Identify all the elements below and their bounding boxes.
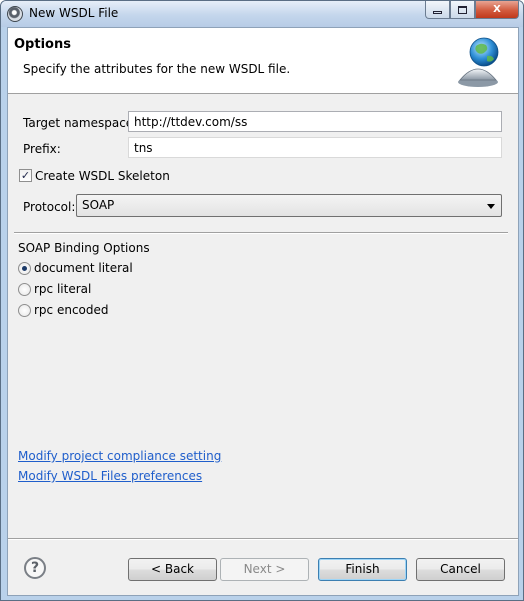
separator xyxy=(14,232,508,234)
close-button[interactable]: X xyxy=(475,1,519,19)
back-button[interactable]: < Back xyxy=(128,558,217,581)
target-namespace-input[interactable]: http://ttdev.com/ss xyxy=(128,111,502,132)
create-skeleton-checkbox[interactable]: ✓ xyxy=(19,169,32,182)
prefix-label: Prefix: xyxy=(23,142,61,156)
cancel-button[interactable]: Cancel xyxy=(416,558,505,581)
protocol-label: Protocol: xyxy=(23,200,76,214)
next-button[interactable]: Next > xyxy=(220,558,309,581)
dialog-client-area: Options Specify the attributes for the n… xyxy=(7,27,519,596)
target-namespace-label: Target namespace: xyxy=(23,116,138,130)
preferences-link[interactable]: Modify WSDL Files preferences xyxy=(18,469,202,483)
close-icon: X xyxy=(493,4,501,15)
radio-rpc-encoded-label[interactable]: rpc encoded xyxy=(34,303,109,317)
minimize-icon xyxy=(433,11,442,14)
radio-rpc-literal[interactable] xyxy=(18,283,31,296)
bottom-separator xyxy=(8,538,518,540)
radio-document-literal[interactable] xyxy=(18,262,31,275)
dialog-window: New WSDL File X Options Specify the attr… xyxy=(0,0,524,601)
protocol-select[interactable]: SOAP xyxy=(76,194,502,217)
help-icon[interactable]: ? xyxy=(24,557,46,579)
globe-bell-icon xyxy=(458,37,499,87)
radio-rpc-literal-label[interactable]: rpc literal xyxy=(34,282,91,296)
check-icon: ✓ xyxy=(20,169,31,182)
binding-options-heading: SOAP Binding Options xyxy=(18,241,150,255)
protocol-value: SOAP xyxy=(82,198,115,212)
radio-document-literal-label[interactable]: document literal xyxy=(34,261,133,275)
chevron-down-icon xyxy=(487,204,495,209)
page-description: Specify the attributes for the new WSDL … xyxy=(23,62,291,76)
page-title: Options xyxy=(14,37,71,52)
prefix-input[interactable]: tns xyxy=(128,137,502,158)
eclipse-icon xyxy=(7,6,23,22)
maximize-button[interactable] xyxy=(450,1,475,19)
wizard-banner: Options Specify the attributes for the n… xyxy=(8,28,518,94)
window-title: New WSDL File xyxy=(29,6,119,20)
radio-rpc-encoded[interactable] xyxy=(18,304,31,317)
title-bar[interactable]: New WSDL File X xyxy=(1,1,523,27)
finish-button[interactable]: Finish xyxy=(318,558,407,581)
maximize-icon xyxy=(458,5,467,14)
create-skeleton-label[interactable]: Create WSDL Skeleton xyxy=(35,169,170,183)
compliance-link[interactable]: Modify project compliance setting xyxy=(18,449,221,463)
minimize-button[interactable] xyxy=(425,1,450,19)
